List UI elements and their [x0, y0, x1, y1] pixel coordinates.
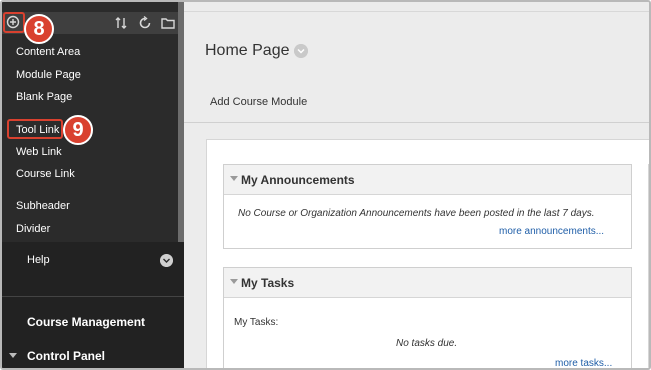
app-frame: 8 Content Area Module Page Blank Page To…: [0, 0, 651, 370]
tasks-module: My Tasks My Tasks: No tasks due. more ta…: [223, 267, 632, 368]
menu-item-blank-page[interactable]: Blank Page: [16, 90, 72, 104]
menu-item-module-page[interactable]: Module Page: [16, 68, 81, 82]
folder-icon[interactable]: [160, 15, 176, 31]
announcements-message: No Course or Organization Announcements …: [238, 208, 595, 219]
caret-down-icon[interactable]: [230, 176, 238, 181]
column-edge: [648, 164, 649, 368]
announcements-title: My Announcements: [241, 173, 355, 187]
add-course-module-button[interactable]: Add Course Module: [210, 96, 307, 108]
more-announcements-link[interactable]: more announcements...: [499, 226, 604, 237]
chevron-down-icon[interactable]: [294, 44, 308, 58]
help-link[interactable]: Help: [27, 254, 50, 266]
menu-item-course-link[interactable]: Course Link: [16, 167, 75, 181]
tasks-title: My Tasks: [241, 276, 295, 290]
menu-item-subheader[interactable]: Subheader: [16, 199, 70, 213]
tasks-message: No tasks due.: [396, 338, 458, 349]
caret-down-icon[interactable]: [9, 353, 17, 358]
top-divider: [184, 11, 649, 12]
tool-link-highlight: [7, 119, 63, 139]
menu-item-content-area[interactable]: Content Area: [16, 45, 80, 59]
refresh-icon[interactable]: [137, 15, 153, 31]
sidebar-divider: [2, 296, 184, 297]
announcements-module: My Announcements No Course or Organizati…: [223, 164, 632, 249]
action-bar-divider: [184, 122, 649, 123]
tasks-header[interactable]: My Tasks: [224, 268, 631, 298]
add-button-highlight: [3, 12, 25, 33]
step-badge-9: 9: [63, 115, 93, 145]
step-badge-8: 8: [24, 14, 54, 44]
control-panel-link[interactable]: Control Panel: [27, 349, 105, 363]
more-tasks-link[interactable]: more tasks...: [555, 358, 612, 368]
caret-down-icon[interactable]: [230, 279, 238, 284]
tasks-label: My Tasks:: [234, 317, 279, 328]
chevron-down-icon[interactable]: [160, 254, 173, 267]
announcements-header[interactable]: My Announcements: [224, 165, 631, 195]
menu-item-divider[interactable]: Divider: [16, 222, 50, 236]
sidebar: 8 Content Area Module Page Blank Page To…: [2, 2, 184, 368]
sort-arrows-icon[interactable]: [113, 15, 129, 31]
course-management-heading: Course Management: [27, 315, 146, 329]
page-title: Home Page: [205, 42, 290, 59]
menu-item-web-link[interactable]: Web Link: [16, 145, 62, 159]
